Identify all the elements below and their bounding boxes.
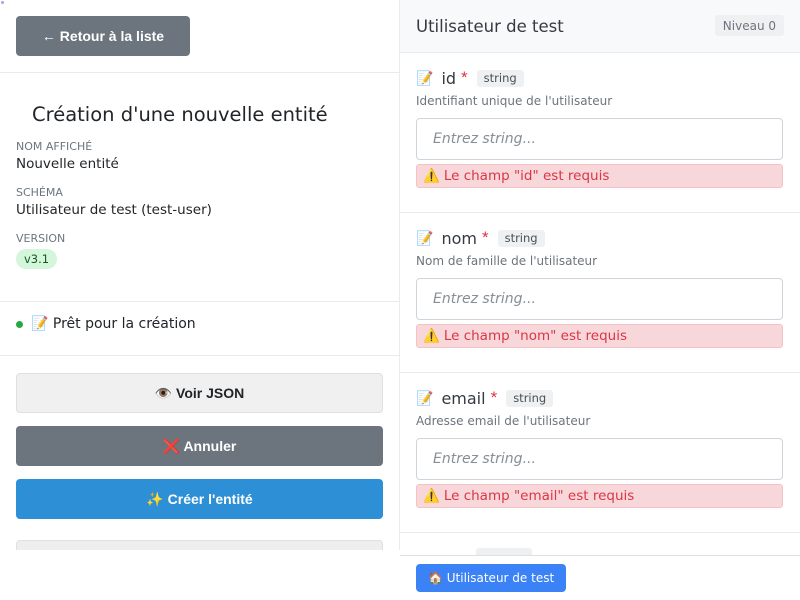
breadcrumb-home-button[interactable]: 🏠 Utilisateur de test (416, 564, 567, 592)
warning-icon: ⚠️ (423, 168, 440, 184)
schema-label: SCHÉMA (16, 186, 63, 199)
entity-sidebar: ← Retour à la liste Création d'une nouve… (0, 0, 400, 550)
more-actions-button[interactable] (16, 540, 383, 550)
required-marker: * (461, 68, 468, 87)
type-badge: string (506, 389, 554, 407)
form-field-email: 📝 email * string Adresse email de l'util… (400, 373, 800, 533)
type-badge (476, 548, 532, 555)
back-to-list-button[interactable]: ← Retour à la liste (16, 16, 190, 56)
id-input[interactable] (416, 118, 783, 160)
field-name: id (441, 68, 457, 88)
divider (0, 301, 399, 302)
memo-icon: 📝 (416, 389, 434, 406)
field-error: ⚠️ Le champ "email" est requis (416, 484, 783, 508)
required-marker: * (481, 228, 489, 247)
memo-icon: 📝 (416, 229, 434, 246)
warning-icon: ⚠️ (423, 328, 440, 344)
status-text: 📝 Prêt pour la création (31, 316, 196, 332)
view-json-button[interactable]: 👁️ Voir JSON (16, 373, 383, 413)
field-header: 📝 id * string (416, 67, 524, 89)
error-text: Le champ "email" est requis (443, 488, 635, 504)
form-field-id: 📝 id * string Identifiant unique de l'ut… (400, 53, 800, 213)
error-text: Le champ "id" est requis (443, 168, 610, 184)
display-name-value: Nouvelle entité (16, 156, 119, 172)
cancel-button[interactable]: ❌ Annuler (16, 426, 383, 466)
create-entity-button[interactable]: ✨ Créer l'entité (16, 479, 383, 519)
field-error: ⚠️ Le champ "id" est requis (416, 164, 783, 188)
required-marker: * (490, 388, 498, 407)
level-badge: Niveau 0 (714, 15, 784, 36)
version-badge: v3.1 (16, 249, 58, 269)
field-error: ⚠️ Le champ "nom" est requis (416, 324, 783, 348)
form-header: Utilisateur de test Niveau 0 (400, 0, 800, 53)
nom-input[interactable] (416, 278, 783, 320)
display-name-label: NOM AFFICHÉ (16, 140, 93, 153)
field-description: Adresse email de l'utilisateur (416, 414, 591, 428)
field-header: 📝 email * string (416, 387, 554, 409)
field-description: Identifiant unique de l'utilisateur (416, 94, 613, 108)
error-text: Le champ "nom" est requis (443, 328, 628, 344)
schema-value: Utilisateur de test (test-user) (16, 202, 212, 218)
form-field-partial (400, 532, 800, 555)
entity-form-panel: Utilisateur de test Niveau 0 📝 id * stri… (400, 0, 800, 556)
divider (0, 355, 399, 356)
form-title: Utilisateur de test (416, 17, 564, 36)
status-indicator: 📝 Prêt pour la création (16, 316, 196, 332)
page-title: Création d'une nouvelle entité (32, 103, 328, 126)
field-header: 📝 nom * string (416, 227, 545, 249)
divider (0, 72, 399, 73)
type-badge: string (476, 69, 524, 87)
form-field-nom: 📝 nom * string Nom de famille de l'utili… (400, 213, 800, 373)
version-label: VERSION (16, 232, 66, 245)
field-description: Nom de famille de l'utilisateur (416, 254, 598, 268)
field-name: nom (441, 228, 477, 248)
type-badge: string (497, 229, 545, 247)
memo-icon: 📝 (416, 69, 434, 86)
field-name: email (441, 388, 486, 408)
status-dot-icon (16, 320, 23, 328)
email-input[interactable] (416, 438, 783, 480)
warning-icon: ⚠️ (423, 488, 440, 504)
